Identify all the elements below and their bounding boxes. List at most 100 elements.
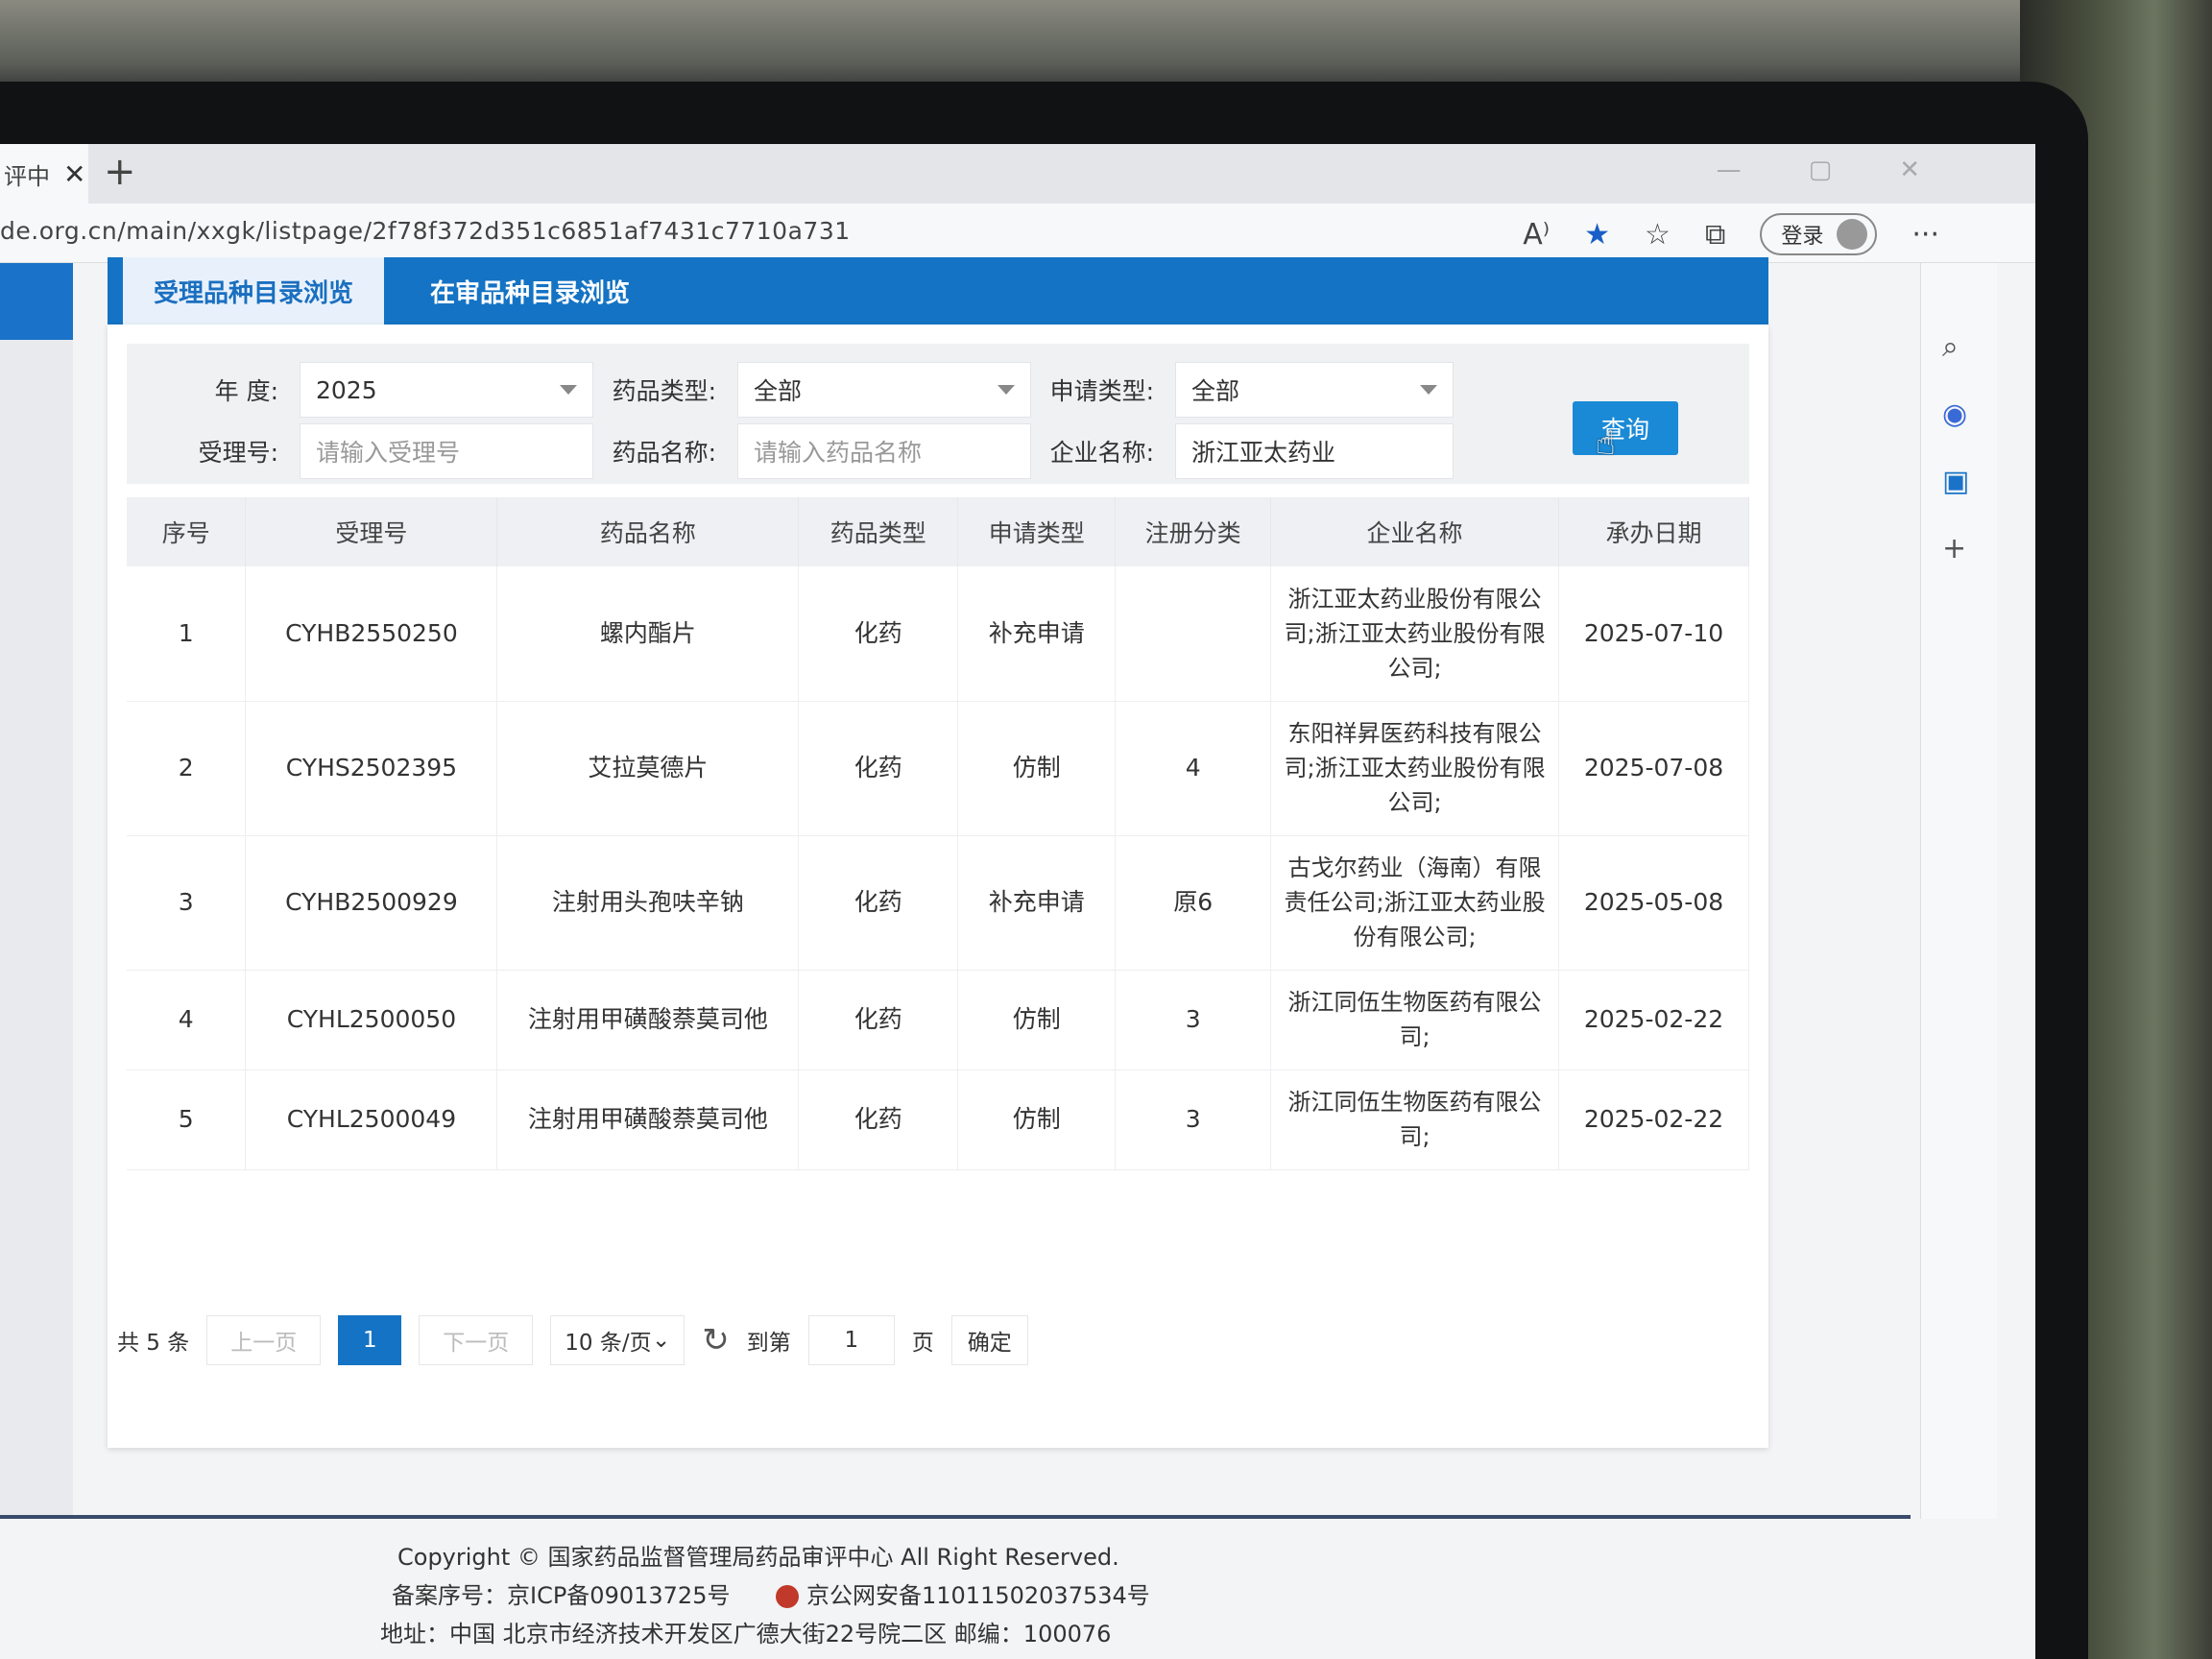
cell-drug-name: 艾拉莫德片 [496,701,800,836]
drug-type-value: 全部 [754,377,803,405]
company-input[interactable]: 浙江亚太药业 [1175,423,1454,479]
page-footer: Copyright © 国家药品监督管理局药品审评中心 All Right Re… [0,1519,2035,1659]
filter-row-2: 受理号: 请输入受理号 药品名称: 请输入药品名称 企业名称: 浙江亚太药业 [127,422,1454,480]
outlook-icon[interactable]: ▣ [1942,465,1969,498]
drug-type-label: 药品类型: [612,377,716,405]
chevron-down-icon: ⌄ [651,1328,671,1353]
page-size-value: 10 条/页 [565,1331,652,1356]
cell-drug-type: 化药 [798,970,959,1070]
col-header-drug-name: 药品名称 [496,497,800,566]
table-row[interactable]: 1 CYHB2550250 螺内酯片 化药 补充申请 浙江亚太药业股份有限公司;… [127,566,1749,702]
collections-icon[interactable]: ⧉ [1705,218,1725,252]
cell-drug-type: 化药 [798,835,959,971]
filter-panel: 年 度: 2025 药品类型: 全部 申请类型: 全部 受理号: 请输入受理号 … [127,344,1749,484]
cell-accept-no: CYHB2550250 [245,566,498,702]
tab-title: 评中 [4,162,50,190]
plus-icon[interactable]: + [104,150,136,194]
col-header-no: 序号 [127,497,247,566]
refresh-icon[interactable]: ↻ [702,1321,730,1359]
tab-accepted-catalog[interactable]: 受理品种目录浏览 [123,257,384,325]
cell-date: 2025-07-08 [1558,701,1749,836]
add-sidebar-icon[interactable]: + [1942,532,1966,565]
window-close-icon[interactable]: ✕ [1899,156,1920,184]
browser-toolbar: A⁾ ★ ☆ ⧉ 登录 ··· [1523,213,1939,255]
confirm-button[interactable]: 确定 [950,1315,1028,1365]
cell-date: 2025-02-22 [1558,970,1749,1070]
police-badge-icon [776,1585,799,1608]
cell-no: 3 [127,835,247,971]
page-size-select[interactable]: 10 条/页 ⌄ [550,1315,685,1365]
prev-page-button[interactable]: 上一页 [206,1315,322,1365]
goto-label: 到第 [746,1331,791,1356]
col-header-apply-type: 申请类型 [957,497,1117,566]
year-select[interactable]: 2025 [300,362,593,418]
cell-apply-type: 补充申请 [957,566,1117,702]
browser-tab[interactable]: 评中 ✕ [0,144,88,204]
minimize-icon[interactable]: — [1717,156,1742,184]
cell-company: 古戈尔药业（海南）有限责任公司;浙江亚太药业股份有限公司; [1270,835,1559,971]
filter-row-1: 年 度: 2025 药品类型: 全部 申请类型: 全部 [127,361,1454,419]
year-value: 2025 [316,375,377,404]
avatar-icon [1837,219,1868,250]
table-row[interactable]: 2 CYHS2502395 艾拉莫德片 化药 仿制 4 东阳祥昇医药科技有限公司… [127,701,1749,836]
footer-address: 地址：中国 北京市经济技术开发区广德大街22号院二区 邮编：100076 [380,1621,1112,1647]
tab-under-review-catalog[interactable]: 在审品种目录浏览 [386,257,674,325]
cell-accept-no: CYHL2500050 [245,970,498,1070]
cell-no: 2 [127,701,247,836]
col-header-drug-type: 药品类型 [798,497,959,566]
page-unit-label: 页 [911,1331,934,1356]
cell-company: 浙江亚太药业股份有限公司;浙江亚太药业股份有限公司; [1270,566,1559,702]
footer-icp[interactable]: 备案序号：京ICP备09013725号 [392,1576,730,1610]
cell-apply-type: 仿制 [957,1070,1117,1170]
footer-police-record[interactable]: 京公网安备11011502037534号 [776,1576,1150,1610]
login-button[interactable]: 登录 [1760,213,1878,255]
maximize-icon[interactable]: ▢ [1809,156,1833,184]
cell-reg-class: 3 [1115,1070,1272,1170]
cell-reg-class: 3 [1115,970,1272,1070]
table-row[interactable]: 3 CYHB2500929 注射用头孢呋辛钠 化药 补充申请 原6 古戈尔药业（… [127,835,1749,971]
cell-accept-no: CYHL2500049 [245,1070,498,1170]
browser-screen: 评中 ✕ + — ▢ ✕ de.org.cn/main/xxgk/listpag… [0,144,2035,1659]
more-icon[interactable]: ··· [1911,218,1939,252]
window-controls: — ▢ ✕ [1717,156,1920,184]
current-page-button[interactable]: 1 [338,1315,402,1365]
pointer-cursor-icon: ☝ [1596,424,1616,463]
cell-apply-type: 仿制 [957,701,1117,836]
cell-reg-class [1115,566,1272,702]
next-page-button[interactable]: 下一页 [419,1315,534,1365]
cell-apply-type: 补充申请 [957,835,1117,971]
table-row[interactable]: 4 CYHL2500050 注射用甲磺酸萘莫司他 化药 仿制 3 浙江同伍生物医… [127,970,1749,1070]
url-field[interactable]: de.org.cn/main/xxgk/listpage/2f78f372d35… [0,217,851,245]
table-row[interactable]: 5 CYHL2500049 注射用甲磺酸萘莫司他 化药 仿制 3 浙江同伍生物医… [127,1070,1749,1170]
catalog-tabs: 受理品种目录浏览 在审品种目录浏览 [108,257,1768,325]
star-icon[interactable]: ★ [1584,218,1610,252]
pagination: 共 5 条 上一页 1 下一页 10 条/页 ⌄ ↻ 到第 1 页 确定 [117,1313,1028,1367]
cell-accept-no: CYHS2502395 [245,701,498,836]
drug-type-select[interactable]: 全部 [737,362,1031,418]
search-icon[interactable]: ⌕ [1942,330,1959,364]
query-button[interactable]: 查询 [1573,401,1678,455]
caret-down-icon [560,385,577,395]
footer-police-text: 京公网安备11011502037534号 [806,1582,1150,1609]
copilot-icon[interactable]: ◉ [1942,397,1967,431]
cell-drug-name: 注射用头孢呋辛钠 [496,835,800,971]
cell-drug-type: 化药 [798,1070,959,1170]
goto-page-input[interactable]: 1 [807,1315,895,1365]
read-aloud-icon[interactable]: A⁾ [1523,218,1550,252]
close-icon[interactable]: ✕ [63,158,85,190]
favorites-icon[interactable]: ☆ [1645,218,1671,252]
cell-drug-name: 螺内酯片 [496,566,800,702]
accept-no-input[interactable]: 请输入受理号 [300,423,593,479]
apply-type-value: 全部 [1191,377,1240,405]
cell-reg-class: 原6 [1115,835,1272,971]
drug-name-input[interactable]: 请输入药品名称 [737,423,1031,479]
caret-down-icon [1420,385,1437,395]
col-header-accept-no: 受理号 [245,497,498,566]
cell-date: 2025-05-08 [1558,835,1749,971]
cell-company: 浙江同伍生物医药有限公司; [1270,1070,1559,1170]
apply-type-select[interactable]: 全部 [1175,362,1454,418]
company-label: 企业名称: [1049,439,1154,467]
tab-bar: 评中 ✕ + — ▢ ✕ [0,144,2035,204]
table-header-row: 序号 受理号 药品名称 药品类型 申请类型 注册分类 企业名称 承办日期 [127,497,1749,566]
cell-reg-class: 4 [1115,701,1272,836]
